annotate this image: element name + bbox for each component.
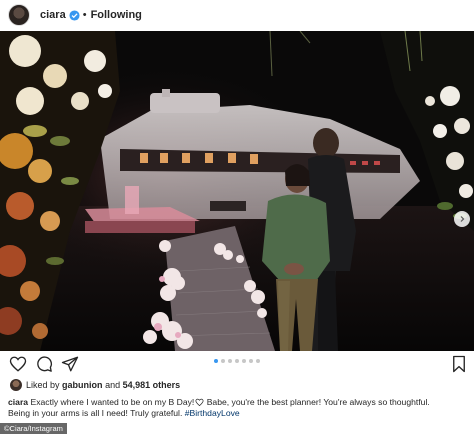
caption-text-3: Being in your arms is all I need! Truly … [8, 408, 183, 419]
carousel-dot [256, 359, 260, 363]
caption-text-1: Exactly where I wanted to be on my B Day… [30, 397, 195, 407]
caption-hashtag[interactable]: #BirthdayLove [185, 408, 240, 418]
verified-badge-icon [69, 9, 80, 21]
likes-count[interactable]: 54,981 others [123, 380, 181, 390]
share-icon[interactable] [61, 355, 79, 373]
bookmark-icon[interactable] [450, 355, 468, 373]
liker-username[interactable]: gabunion [62, 380, 103, 390]
comment-icon[interactable] [35, 355, 53, 373]
likes-prefix: Liked by [26, 380, 60, 390]
profile-username[interactable]: ciara [40, 9, 66, 21]
post-caption: ciara Exactly where I wanted to be on my… [8, 397, 468, 420]
next-photo-button[interactable] [454, 211, 470, 227]
carousel-dot [242, 359, 246, 363]
likes-connector: and [105, 380, 121, 390]
liker-avatar[interactable] [10, 379, 22, 391]
photo-credit: ©Ciara/Instagram [0, 423, 67, 434]
following-button[interactable]: Following [91, 9, 142, 21]
post-header: ciara • Following [0, 0, 474, 30]
carousel-dot [249, 359, 253, 363]
carousel-dot [235, 359, 239, 363]
caption-username[interactable]: ciara [8, 397, 28, 407]
post-actions [0, 352, 474, 376]
carousel-dot [214, 359, 218, 363]
carousel-dot [228, 359, 232, 363]
caption-text-2: Babe, you're the best planner! You're al… [204, 397, 430, 407]
heart-emoji-icon [194, 397, 204, 407]
header-separator: • [82, 9, 87, 21]
post-photo[interactable] [0, 31, 474, 351]
heart-icon[interactable] [9, 355, 27, 373]
likes-summary: Liked by gabunion and 54,981 others [10, 378, 180, 392]
profile-avatar[interactable] [8, 4, 30, 26]
carousel-dot [221, 359, 225, 363]
carousel-indicator [0, 359, 474, 363]
chevron-right-icon [458, 215, 466, 223]
